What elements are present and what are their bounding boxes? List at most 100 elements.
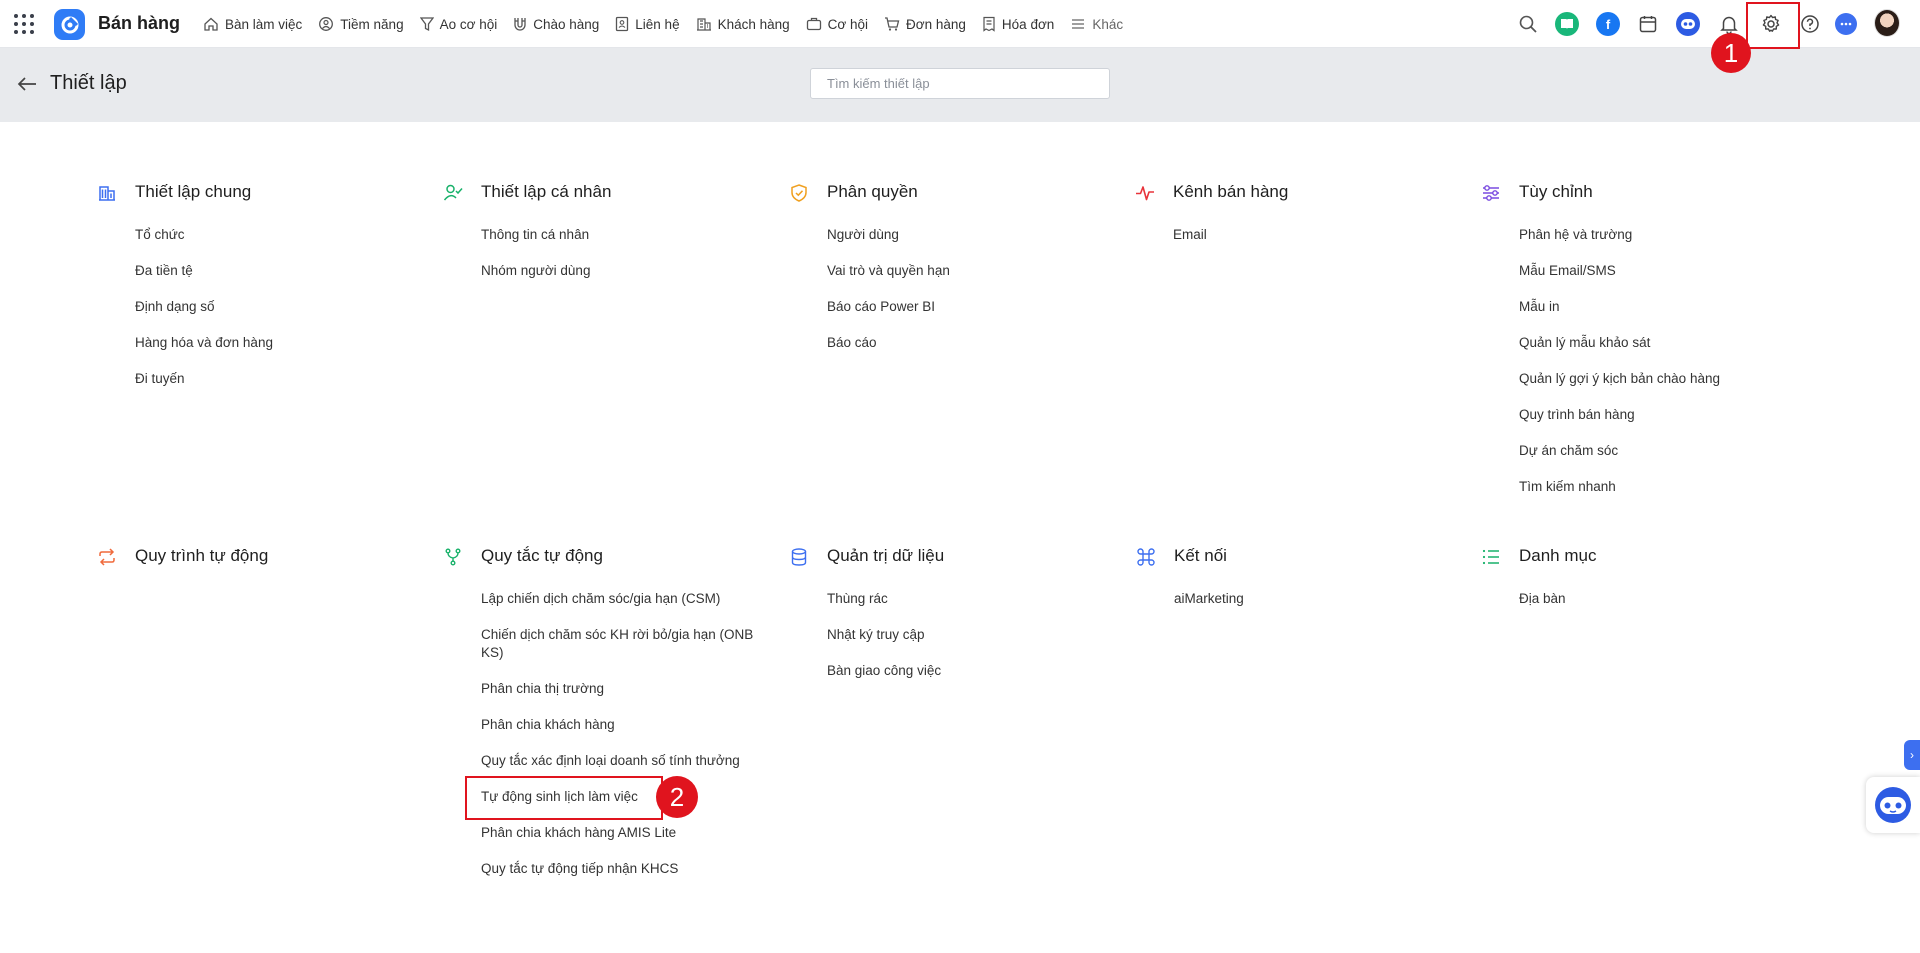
section-title: Danh mục <box>1519 546 1597 565</box>
setting-link-mau-in[interactable]: Mẫu in <box>1519 298 1809 316</box>
highlight-box-settings <box>1746 2 1800 49</box>
book-app-icon[interactable] <box>1554 11 1580 37</box>
help-icon[interactable] <box>1797 11 1823 37</box>
list-icon <box>1481 547 1501 567</box>
setting-link-tim-kiem-nhanh[interactable]: Tìm kiếm nhanh <box>1519 478 1809 496</box>
setting-link-phan-chia-thi-truong[interactable]: Phân chia thị trường <box>481 680 771 698</box>
user-avatar[interactable] <box>1874 9 1900 37</box>
side-panel-toggle-chevron-icon[interactable]: › <box>1904 740 1920 770</box>
main-menu: Bàn làm việc Tiềm năng Ao cơ hội Chào hà… <box>203 0 1139 48</box>
section-title: Quy trình tự động <box>135 546 269 565</box>
hamburger-icon <box>1072 19 1085 29</box>
contact-icon <box>616 16 629 32</box>
search-icon[interactable] <box>1515 11 1541 37</box>
nav-item-khach-hang[interactable]: Khách hàng <box>696 16 790 32</box>
nav-item-label: Hóa đơn <box>1001 16 1055 32</box>
nav-item-label: Bàn làm việc <box>225 16 303 32</box>
nav-item-label: Chào hàng <box>533 16 600 32</box>
page-title: Thiết lập <box>50 72 127 94</box>
section-title: Thiết lập chung <box>135 182 252 201</box>
setting-link-phan-he-va-truong[interactable]: Phân hệ và trường <box>1519 226 1809 244</box>
setting-link-phan-chia-khach-hang[interactable]: Phân chia khách hàng <box>481 716 771 734</box>
nav-item-don-hang[interactable]: Đơn hàng <box>884 16 966 32</box>
setting-link-thung-rac[interactable]: Thùng rác <box>827 590 1117 608</box>
building-icon <box>696 18 711 31</box>
pulse-icon <box>1135 183 1155 203</box>
setting-link-quy-tac-doanh-so[interactable]: Quy tắc xác định loại doanh số tính thưở… <box>481 752 771 770</box>
section-title: Tùy chỉnh <box>1519 182 1593 201</box>
sliders-icon <box>1481 183 1501 203</box>
section-title: Kết nối <box>1174 546 1227 565</box>
magnet-icon <box>514 18 526 31</box>
briefcase-icon <box>806 17 821 31</box>
ai-bot-icon[interactable] <box>1675 11 1701 37</box>
home-icon <box>204 17 218 31</box>
nav-item-tiem-nang[interactable]: Tiềm năng <box>318 16 404 32</box>
setting-link-hang-hoa-don-hang[interactable]: Hàng hóa và đơn hàng <box>135 334 425 352</box>
section-title: Thiết lập cá nhân <box>481 182 612 201</box>
setting-link-lap-chien-dich-csm[interactable]: Lập chiến dịch chăm sóc/gia hạn (CSM) <box>481 590 771 608</box>
user-check-icon <box>443 183 463 203</box>
nav-item-label: Tiềm năng <box>340 16 404 32</box>
setting-link-bao-cao[interactable]: Báo cáo <box>827 334 1117 352</box>
setting-link-ban-giao-cong-viec[interactable]: Bàn giao công việc <box>827 662 1117 680</box>
setting-link-phan-chia-kh-amis-lite[interactable]: Phân chia khách hàng AMIS Lite <box>481 824 771 842</box>
calendar-icon[interactable] <box>1635 11 1661 37</box>
chat-icon[interactable] <box>1833 11 1859 37</box>
chatbot-widget-icon[interactable] <box>1866 777 1920 833</box>
person-circle-icon <box>319 17 334 31</box>
nav-item-ban-lam-viec[interactable]: Bàn làm việc <box>203 16 302 32</box>
setting-link-vai-tro-quyen-han[interactable]: Vai trò và quyền hạn <box>827 262 1117 280</box>
setting-link-thong-tin-ca-nhan[interactable]: Thông tin cá nhân <box>481 226 771 244</box>
setting-link-nguoi-dung[interactable]: Người dùng <box>827 226 1117 244</box>
setting-link-quy-trinh-ban-hang[interactable]: Quy trình bán hàng <box>1519 406 1809 424</box>
setting-link-nhat-ky-truy-cap[interactable]: Nhật ký truy cập <box>827 626 1117 644</box>
setting-link-nhom-nguoi-dung[interactable]: Nhóm người dùng <box>481 262 771 280</box>
setting-link-dinh-dang-so[interactable]: Định dạng số <box>135 298 425 316</box>
app-name: Bán hàng <box>98 13 181 33</box>
nav-item-ao-co-hoi[interactable]: Ao cơ hội <box>419 16 498 32</box>
setting-link-di-tuyen[interactable]: Đi tuyến <box>135 370 425 388</box>
settings-search-input[interactable] <box>810 68 1110 99</box>
nav-item-lien-he[interactable]: Liên hệ <box>615 16 680 32</box>
nav-item-label: Cơ hội <box>827 16 869 32</box>
facebook-icon[interactable]: f <box>1595 11 1621 37</box>
invoice-icon <box>983 16 995 32</box>
nav-item-label: Liên hệ <box>635 16 680 32</box>
highlight-box-auto-schedule <box>465 776 663 820</box>
cart-icon <box>885 17 900 31</box>
setting-link-quan-ly-goi-y-kich-ban[interactable]: Quản lý gợi ý kịch bản chào hàng <box>1519 370 1809 388</box>
setting-link-bao-cao-power-bi[interactable]: Báo cáo Power BI <box>827 298 1117 316</box>
app-logo[interactable] <box>54 9 85 40</box>
nav-item-label: Khác <box>1092 16 1124 32</box>
nav-item-chao-hang[interactable]: Chào hàng <box>513 16 599 32</box>
setting-link-to-chuc[interactable]: Tổ chức <box>135 226 425 244</box>
nav-item-label: Ao cơ hội <box>439 16 498 32</box>
building-icon <box>97 183 117 203</box>
app-grid-icon[interactable] <box>13 13 35 35</box>
back-arrow-icon[interactable] <box>16 75 38 93</box>
nav-item-label: Đơn hàng <box>906 16 966 32</box>
setting-link-tiep-nhan-khcs[interactable]: Quy tắc tự động tiếp nhận KHCS <box>481 860 771 878</box>
nav-item-label: Khách hàng <box>717 16 790 32</box>
funnel-icon <box>419 17 434 32</box>
setting-link-quan-ly-mau-khao-sat[interactable]: Quản lý mẫu khảo sát <box>1519 334 1809 352</box>
repeat-icon <box>97 547 117 567</box>
nav-item-hoa-don[interactable]: Hóa đơn <box>982 16 1054 32</box>
setting-link-aimarketing[interactable]: aiMarketing <box>1174 590 1464 608</box>
database-icon <box>789 547 809 567</box>
setting-link-chien-dich-onb-ks[interactable]: Chiến dịch chăm sóc KH rời bỏ/gia hạn (O… <box>481 626 771 662</box>
nav-item-khac[interactable]: Khác <box>1070 16 1123 32</box>
section-title: Quản trị dữ liệu <box>827 546 945 565</box>
nav-item-co-hoi[interactable]: Cơ hội <box>806 16 868 32</box>
setting-link-da-tien-te[interactable]: Đa tiền tệ <box>135 262 425 280</box>
setting-link-dia-ban[interactable]: Địa bàn <box>1519 590 1809 608</box>
shield-check-icon <box>789 183 809 203</box>
setting-link-mau-email-sms[interactable]: Mẫu Email/SMS <box>1519 262 1809 280</box>
setting-link-du-an-cham-soc[interactable]: Dự án chăm sóc <box>1519 442 1809 460</box>
top-navigation-bar: Bán hàng Bàn làm việc Tiềm năng Ao cơ hộ… <box>0 0 1920 48</box>
step-badge-1: 1 <box>1711 33 1751 73</box>
step-badge-2: 2 <box>656 776 698 818</box>
setting-link-email[interactable]: Email <box>1173 226 1463 244</box>
branch-icon <box>443 547 463 567</box>
